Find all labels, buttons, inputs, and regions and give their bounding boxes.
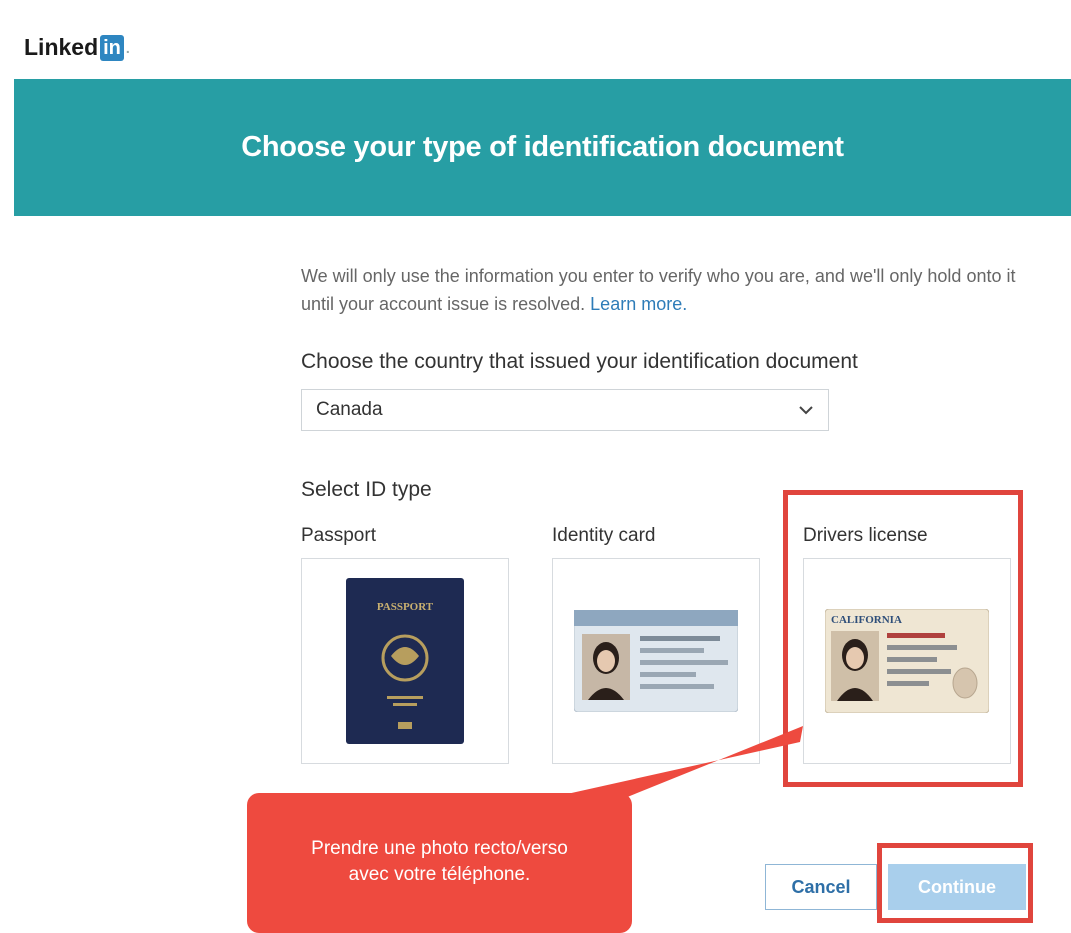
- cancel-button[interactable]: Cancel: [765, 864, 877, 910]
- callout-line-1: Prendre une photo recto/verso: [311, 838, 568, 859]
- callout-pointer: [540, 726, 803, 800]
- callout-bubble: Prendre une photo recto/verso avec votre…: [247, 793, 632, 933]
- continue-highlight: [877, 843, 1033, 923]
- callout-line-2: avec votre téléphone.: [348, 864, 531, 885]
